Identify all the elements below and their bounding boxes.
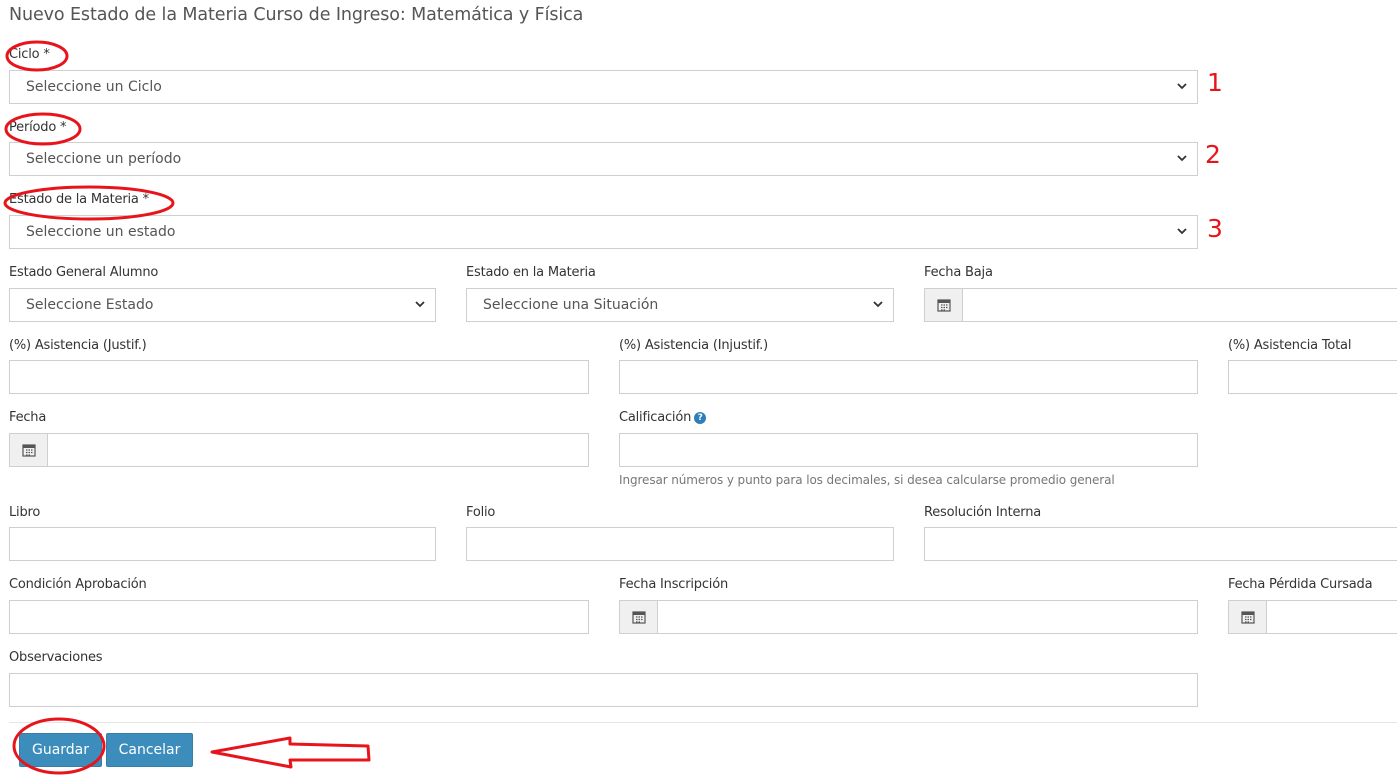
estado-materia-select[interactable]: Seleccione un estado: [9, 215, 1198, 249]
periodo-select-value: Seleccione un período: [26, 151, 182, 167]
resolucion-interna-input[interactable]: [924, 527, 1397, 561]
chevron-down-icon: [1176, 152, 1188, 164]
resolucion-interna-label: Resolución Interna: [924, 505, 1041, 520]
fecha-input[interactable]: [9, 433, 589, 467]
chevron-down-icon: [872, 298, 884, 310]
asistencia-total-label: (%) Asistencia Total: [1228, 338, 1352, 353]
chevron-down-icon: [1176, 80, 1188, 92]
fecha-baja-input[interactable]: [924, 288, 1397, 322]
calificacion-help-text: Ingresar números y punto para los decima…: [619, 473, 1115, 487]
folio-input[interactable]: [466, 527, 894, 561]
observaciones-label: Observaciones: [9, 650, 103, 665]
calendar-icon[interactable]: [1229, 601, 1267, 633]
estado-en-materia-value: Seleccione una Situación: [483, 297, 659, 313]
asistencia-injustif-label: (%) Asistencia (Injustif.): [619, 338, 768, 353]
observaciones-input[interactable]: [9, 673, 1198, 707]
annotation-number-1: 1: [1207, 68, 1223, 97]
cancel-button[interactable]: Cancelar: [106, 733, 193, 767]
form-divider: [9, 722, 1397, 723]
calificacion-label-row: Calificación?: [619, 410, 707, 425]
chevron-down-icon: [414, 298, 426, 310]
page-title: Nuevo Estado de la Materia Curso de Ingr…: [9, 5, 584, 25]
calendar-icon[interactable]: [925, 289, 963, 321]
asistencia-justif-input[interactable]: [9, 360, 589, 394]
save-button[interactable]: Guardar: [19, 733, 102, 767]
periodo-label: Período *: [9, 120, 67, 135]
estado-en-materia-select[interactable]: Seleccione una Situación: [466, 288, 894, 322]
asistencia-total-input[interactable]: [1228, 360, 1397, 394]
estado-general-alumno-select[interactable]: Seleccione Estado: [9, 288, 436, 322]
calendar-icon[interactable]: [620, 601, 658, 633]
fecha-perdida-cursada-input[interactable]: [1228, 600, 1397, 634]
estado-en-materia-label: Estado en la Materia: [466, 265, 596, 280]
estado-general-alumno-label: Estado General Alumno: [9, 265, 159, 280]
ciclo-select[interactable]: Seleccione un Ciclo: [9, 70, 1198, 104]
condicion-aprobacion-label: Condición Aprobación: [9, 577, 147, 592]
fecha-inscripcion-input[interactable]: [619, 600, 1198, 634]
asistencia-injustif-input[interactable]: [619, 360, 1198, 394]
condicion-aprobacion-input[interactable]: [9, 600, 589, 634]
chevron-down-icon: [1176, 225, 1188, 237]
annotation-number-3: 3: [1207, 214, 1223, 243]
calendar-icon[interactable]: [10, 434, 48, 466]
fecha-inscripcion-label: Fecha Inscripción: [619, 577, 729, 592]
periodo-select[interactable]: Seleccione un período: [9, 142, 1198, 176]
estado-materia-label: Estado de la Materia *: [9, 192, 149, 207]
question-circle-icon[interactable]: ?: [694, 412, 707, 424]
estado-general-alumno-value: Seleccione Estado: [26, 297, 154, 313]
annotation-arrow: [210, 736, 371, 769]
ciclo-label: Ciclo *: [9, 47, 50, 62]
annotation-number-2: 2: [1205, 140, 1221, 169]
fecha-perdida-cursada-label: Fecha Pérdida Cursada: [1228, 577, 1373, 592]
folio-label: Folio: [466, 505, 496, 520]
libro-label: Libro: [9, 505, 41, 520]
libro-input[interactable]: [9, 527, 436, 561]
fecha-baja-label: Fecha Baja: [924, 265, 993, 280]
asistencia-justif-label: (%) Asistencia (Justif.): [9, 338, 147, 353]
calificacion-input[interactable]: [619, 433, 1198, 467]
calificacion-label: Calificación: [619, 410, 692, 425]
fecha-label: Fecha: [9, 410, 47, 425]
ciclo-select-value: Seleccione un Ciclo: [26, 79, 162, 95]
estado-materia-select-value: Seleccione un estado: [26, 224, 176, 240]
